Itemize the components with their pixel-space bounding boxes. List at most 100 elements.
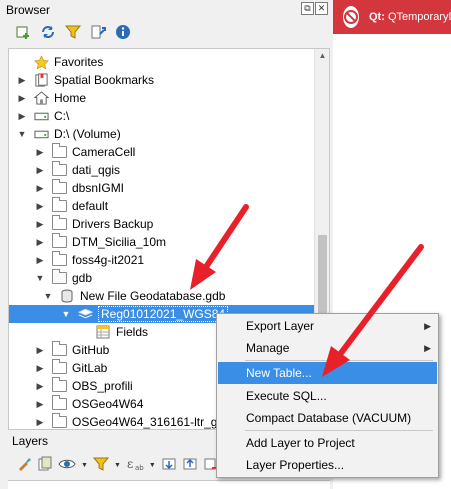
collapse-icon[interactable]	[89, 23, 107, 41]
add-layer-icon[interactable]	[14, 23, 32, 41]
style-brush-icon[interactable]	[16, 456, 32, 475]
close-panel-button[interactable]: ✕	[315, 2, 328, 15]
tree-item-geodatabase[interactable]: ▼ New File Geodatabase.gdb	[43, 287, 226, 305]
expand-arrow-icon[interactable]: ▶	[35, 165, 45, 175]
folder-icon	[51, 197, 67, 213]
svg-text:ab: ab	[135, 464, 144, 472]
tree-item-spatial-bookmarks[interactable]: ▶ Spatial Bookmarks	[17, 71, 154, 89]
menu-item-label: Compact Database (VACUUM)	[246, 411, 412, 425]
qt-notification-bar: Qt: QTemporaryDir: Unable to remove	[333, 0, 451, 34]
folder-icon	[51, 377, 67, 393]
expression-filter-icon[interactable]: ε ab	[126, 456, 144, 475]
tree-item-dtm-sicilia[interactable]: ▶ DTM_Sicilia_10m	[35, 233, 166, 251]
menu-item-layer-properties[interactable]: Layer Properties...	[218, 454, 437, 476]
tree-item-foss4g[interactable]: ▶ foss4g-it2021	[35, 251, 144, 269]
tree-item-c-drive[interactable]: ▶ C:\	[17, 107, 70, 125]
layers-list[interactable]	[8, 480, 330, 489]
tree-item-default[interactable]: ▶ default	[35, 197, 108, 215]
refresh-icon[interactable]	[39, 23, 57, 41]
tree-item-home[interactable]: ▶ Home	[17, 89, 86, 107]
expander[interactable]	[17, 57, 27, 67]
expand-arrow-icon[interactable]: ▶	[35, 219, 45, 229]
tree-item-label: dbsnIGMI	[72, 181, 125, 195]
expand-arrow-icon[interactable]: ▶	[35, 237, 45, 247]
expand-arrow-icon[interactable]: ▶	[35, 345, 45, 355]
folder-icon	[51, 215, 67, 231]
float-panel-button[interactable]: ⧉	[301, 2, 314, 15]
expand-arrow-icon[interactable]: ▶	[35, 363, 45, 373]
notification-prefix: Qt:	[369, 11, 385, 23]
tree-item-label: CameraCell	[72, 145, 136, 159]
tree-item-label: DTM_Sicilia_10m	[72, 235, 167, 249]
tree-item-cameracell[interactable]: ▶ CameraCell	[35, 143, 135, 161]
collapse-arrow-icon[interactable]: ▼	[35, 273, 45, 283]
tree-item-label: default	[72, 199, 109, 213]
expand-arrow-icon[interactable]: ▶	[35, 381, 45, 391]
menu-item-label: Execute SQL...	[246, 389, 327, 403]
tree-item-github[interactable]: ▶ GitHub	[35, 341, 109, 359]
submenu-arrow-icon: ▶	[424, 342, 431, 353]
collapse-arrow-icon[interactable]: ▼	[61, 309, 71, 319]
tree-item-fields[interactable]: Fields	[79, 323, 148, 341]
tree-item-label: C:\	[54, 109, 70, 123]
menu-item-label: Manage	[246, 341, 290, 355]
menu-item-new-table[interactable]: New Table...	[218, 362, 437, 384]
menu-separator	[245, 430, 433, 431]
tree-item-label: OBS_profili	[72, 379, 133, 393]
tree-item-label: Reg01012021_WGS84	[98, 306, 229, 322]
menu-item-compact-database[interactable]: Compact Database (VACUUM)	[218, 407, 437, 429]
expand-arrow-icon[interactable]: ▶	[35, 255, 45, 265]
expander	[79, 327, 89, 337]
filter-icon[interactable]	[64, 23, 82, 41]
tree-item-label: D:\ (Volume)	[54, 127, 121, 141]
tree-item-label: GitHub	[72, 343, 110, 357]
dropdown-arrow-icon[interactable]: ▼	[81, 462, 88, 469]
dropdown-arrow-icon[interactable]: ▼	[114, 462, 121, 469]
tree-item-osgeo4w64-ltr[interactable]: ▶ OSGeo4W64_316161-ltr_grass	[35, 413, 240, 429]
eye-icon[interactable]	[58, 457, 76, 474]
tree-item-label: Spatial Bookmarks	[54, 73, 155, 87]
collapse-all-icon[interactable]	[182, 456, 198, 475]
tree-item-label: gdb	[72, 271, 93, 285]
home-icon	[33, 91, 49, 105]
tree-item-dati-qgis[interactable]: ▶ dati_qgis	[35, 161, 120, 179]
dropdown-arrow-icon[interactable]: ▼	[149, 462, 156, 469]
tree-item-gdb[interactable]: ▼ gdb	[35, 269, 92, 287]
folder-icon	[51, 233, 67, 249]
menu-item-export-layer[interactable]: Export Layer ▶	[218, 315, 437, 337]
menu-item-manage[interactable]: Manage ▶	[218, 337, 437, 359]
menu-item-add-layer-to-project[interactable]: Add Layer to Project	[218, 432, 437, 454]
folder-icon	[51, 395, 67, 411]
submenu-arrow-icon: ▶	[424, 320, 431, 331]
drive-icon	[33, 109, 49, 123]
tree-item-gitlab[interactable]: ▶ GitLab	[35, 359, 107, 377]
tree-item-favorites[interactable]: Favorites	[17, 53, 103, 71]
folder-icon	[51, 251, 67, 267]
add-group-icon[interactable]	[37, 456, 53, 475]
tree-item-osgeo4w64[interactable]: ▶ OSGeo4W64	[35, 395, 143, 413]
expand-arrow-icon[interactable]: ▶	[35, 147, 45, 157]
expand-arrow-icon[interactable]: ▶	[17, 75, 27, 85]
layers-toolbar: ▼ ▼ ε ab ▼	[16, 456, 219, 475]
expand-arrow-icon[interactable]: ▶	[17, 93, 27, 103]
tree-item-d-drive[interactable]: ▼ D:\ (Volume)	[17, 125, 121, 143]
expand-arrow-icon[interactable]: ▶	[35, 417, 45, 427]
layers-panel-title: Layers	[12, 434, 49, 448]
tree-item-dbsnigmi[interactable]: ▶ dbsnIGMI	[35, 179, 124, 197]
tree-item-obs-profili[interactable]: ▶ OBS_profili	[35, 377, 133, 395]
tree-item-label: dati_qgis	[72, 163, 121, 177]
expand-arrow-icon[interactable]: ▶	[35, 399, 45, 409]
expand-all-icon[interactable]	[161, 456, 177, 475]
expand-arrow-icon[interactable]: ▶	[17, 111, 27, 121]
menu-item-execute-sql[interactable]: Execute SQL...	[218, 385, 437, 407]
tree-item-drivers-backup[interactable]: ▶ Drivers Backup	[35, 215, 153, 233]
collapse-arrow-icon[interactable]: ▼	[43, 291, 53, 301]
filter-legend-icon[interactable]	[92, 456, 110, 475]
star-icon	[33, 54, 49, 69]
collapse-arrow-icon[interactable]: ▼	[17, 129, 27, 139]
expand-arrow-icon[interactable]: ▶	[35, 201, 45, 211]
menu-item-label: Export Layer	[246, 319, 315, 333]
info-icon[interactable]	[114, 23, 132, 41]
scroll-up-icon[interactable]: ▲	[315, 49, 329, 63]
expand-arrow-icon[interactable]: ▶	[35, 183, 45, 193]
